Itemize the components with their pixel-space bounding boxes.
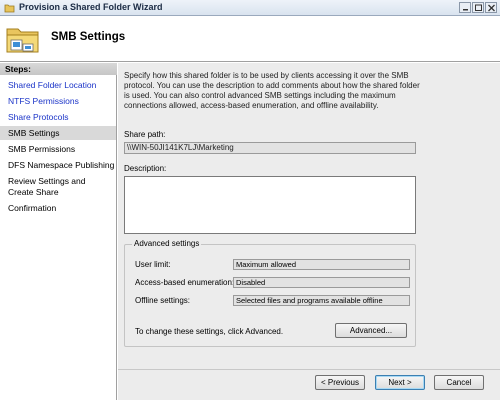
wizard-footer: < Previous Next > Cancel: [118, 369, 500, 400]
steps-header: Steps:: [0, 63, 117, 75]
steps-heading: Steps:: [5, 64, 31, 74]
next-button[interactable]: Next >: [375, 375, 425, 390]
maximize-button[interactable]: [472, 2, 484, 13]
wizard-header: SMB Settings: [0, 16, 500, 62]
offline-settings-value: Selected files and programs available of…: [233, 295, 410, 306]
window-title: Provision a Shared Folder Wizard: [19, 2, 163, 12]
step-ntfs-permissions[interactable]: NTFS Permissions: [0, 96, 116, 107]
minimize-icon: [463, 9, 468, 11]
close-button[interactable]: [485, 2, 497, 13]
advanced-settings-title: Advanced settings: [132, 239, 202, 248]
minimize-button[interactable]: [459, 2, 471, 13]
close-icon: [488, 4, 495, 12]
share-path-field[interactable]: \\WIN-50JI141K7LJ\Marketing: [124, 142, 416, 154]
abe-value: Disabled: [233, 277, 410, 288]
advanced-settings-group: Advanced settings User limit: Maximum al…: [124, 239, 416, 347]
user-limit-value: Maximum allowed: [233, 259, 410, 270]
step-smb-settings: SMB Settings: [0, 126, 116, 140]
maximize-icon: [475, 4, 482, 11]
page-title: SMB Settings: [51, 31, 126, 43]
steps-pane: Steps: Shared Folder Location NTFS Permi…: [0, 63, 117, 400]
smb-settings-panel: Specify how this shared folder is to be …: [118, 63, 500, 369]
user-limit-label: User limit:: [135, 260, 171, 269]
step-dfs-namespace-publishing: DFS Namespace Publishing: [8, 160, 115, 170]
step-shared-folder-location[interactable]: Shared Folder Location: [0, 80, 116, 91]
intro-text: Specify how this shared folder is to be …: [124, 71, 420, 110]
cancel-button[interactable]: Cancel: [434, 375, 484, 390]
step-review-settings: Review Settings and Create Share: [8, 176, 86, 197]
title-bar[interactable]: Provision a Shared Folder Wizard: [0, 0, 500, 16]
step-confirmation: Confirmation: [8, 203, 57, 213]
step-share-protocols[interactable]: Share Protocols: [0, 112, 116, 123]
previous-button[interactable]: < Previous: [315, 375, 365, 390]
offline-settings-label: Offline settings:: [135, 296, 190, 305]
step-smb-permissions: SMB Permissions: [8, 144, 76, 154]
shared-folder-icon: [6, 28, 39, 53]
share-path-label: Share path:: [124, 130, 166, 139]
abe-label: Access-based enumeration:: [135, 278, 235, 287]
advanced-note: To change these settings, click Advanced…: [135, 327, 284, 336]
wizard-app-icon: [4, 4, 15, 13]
description-label: Description:: [124, 164, 167, 173]
description-field[interactable]: [124, 176, 416, 234]
advanced-button[interactable]: Advanced...: [335, 323, 407, 338]
